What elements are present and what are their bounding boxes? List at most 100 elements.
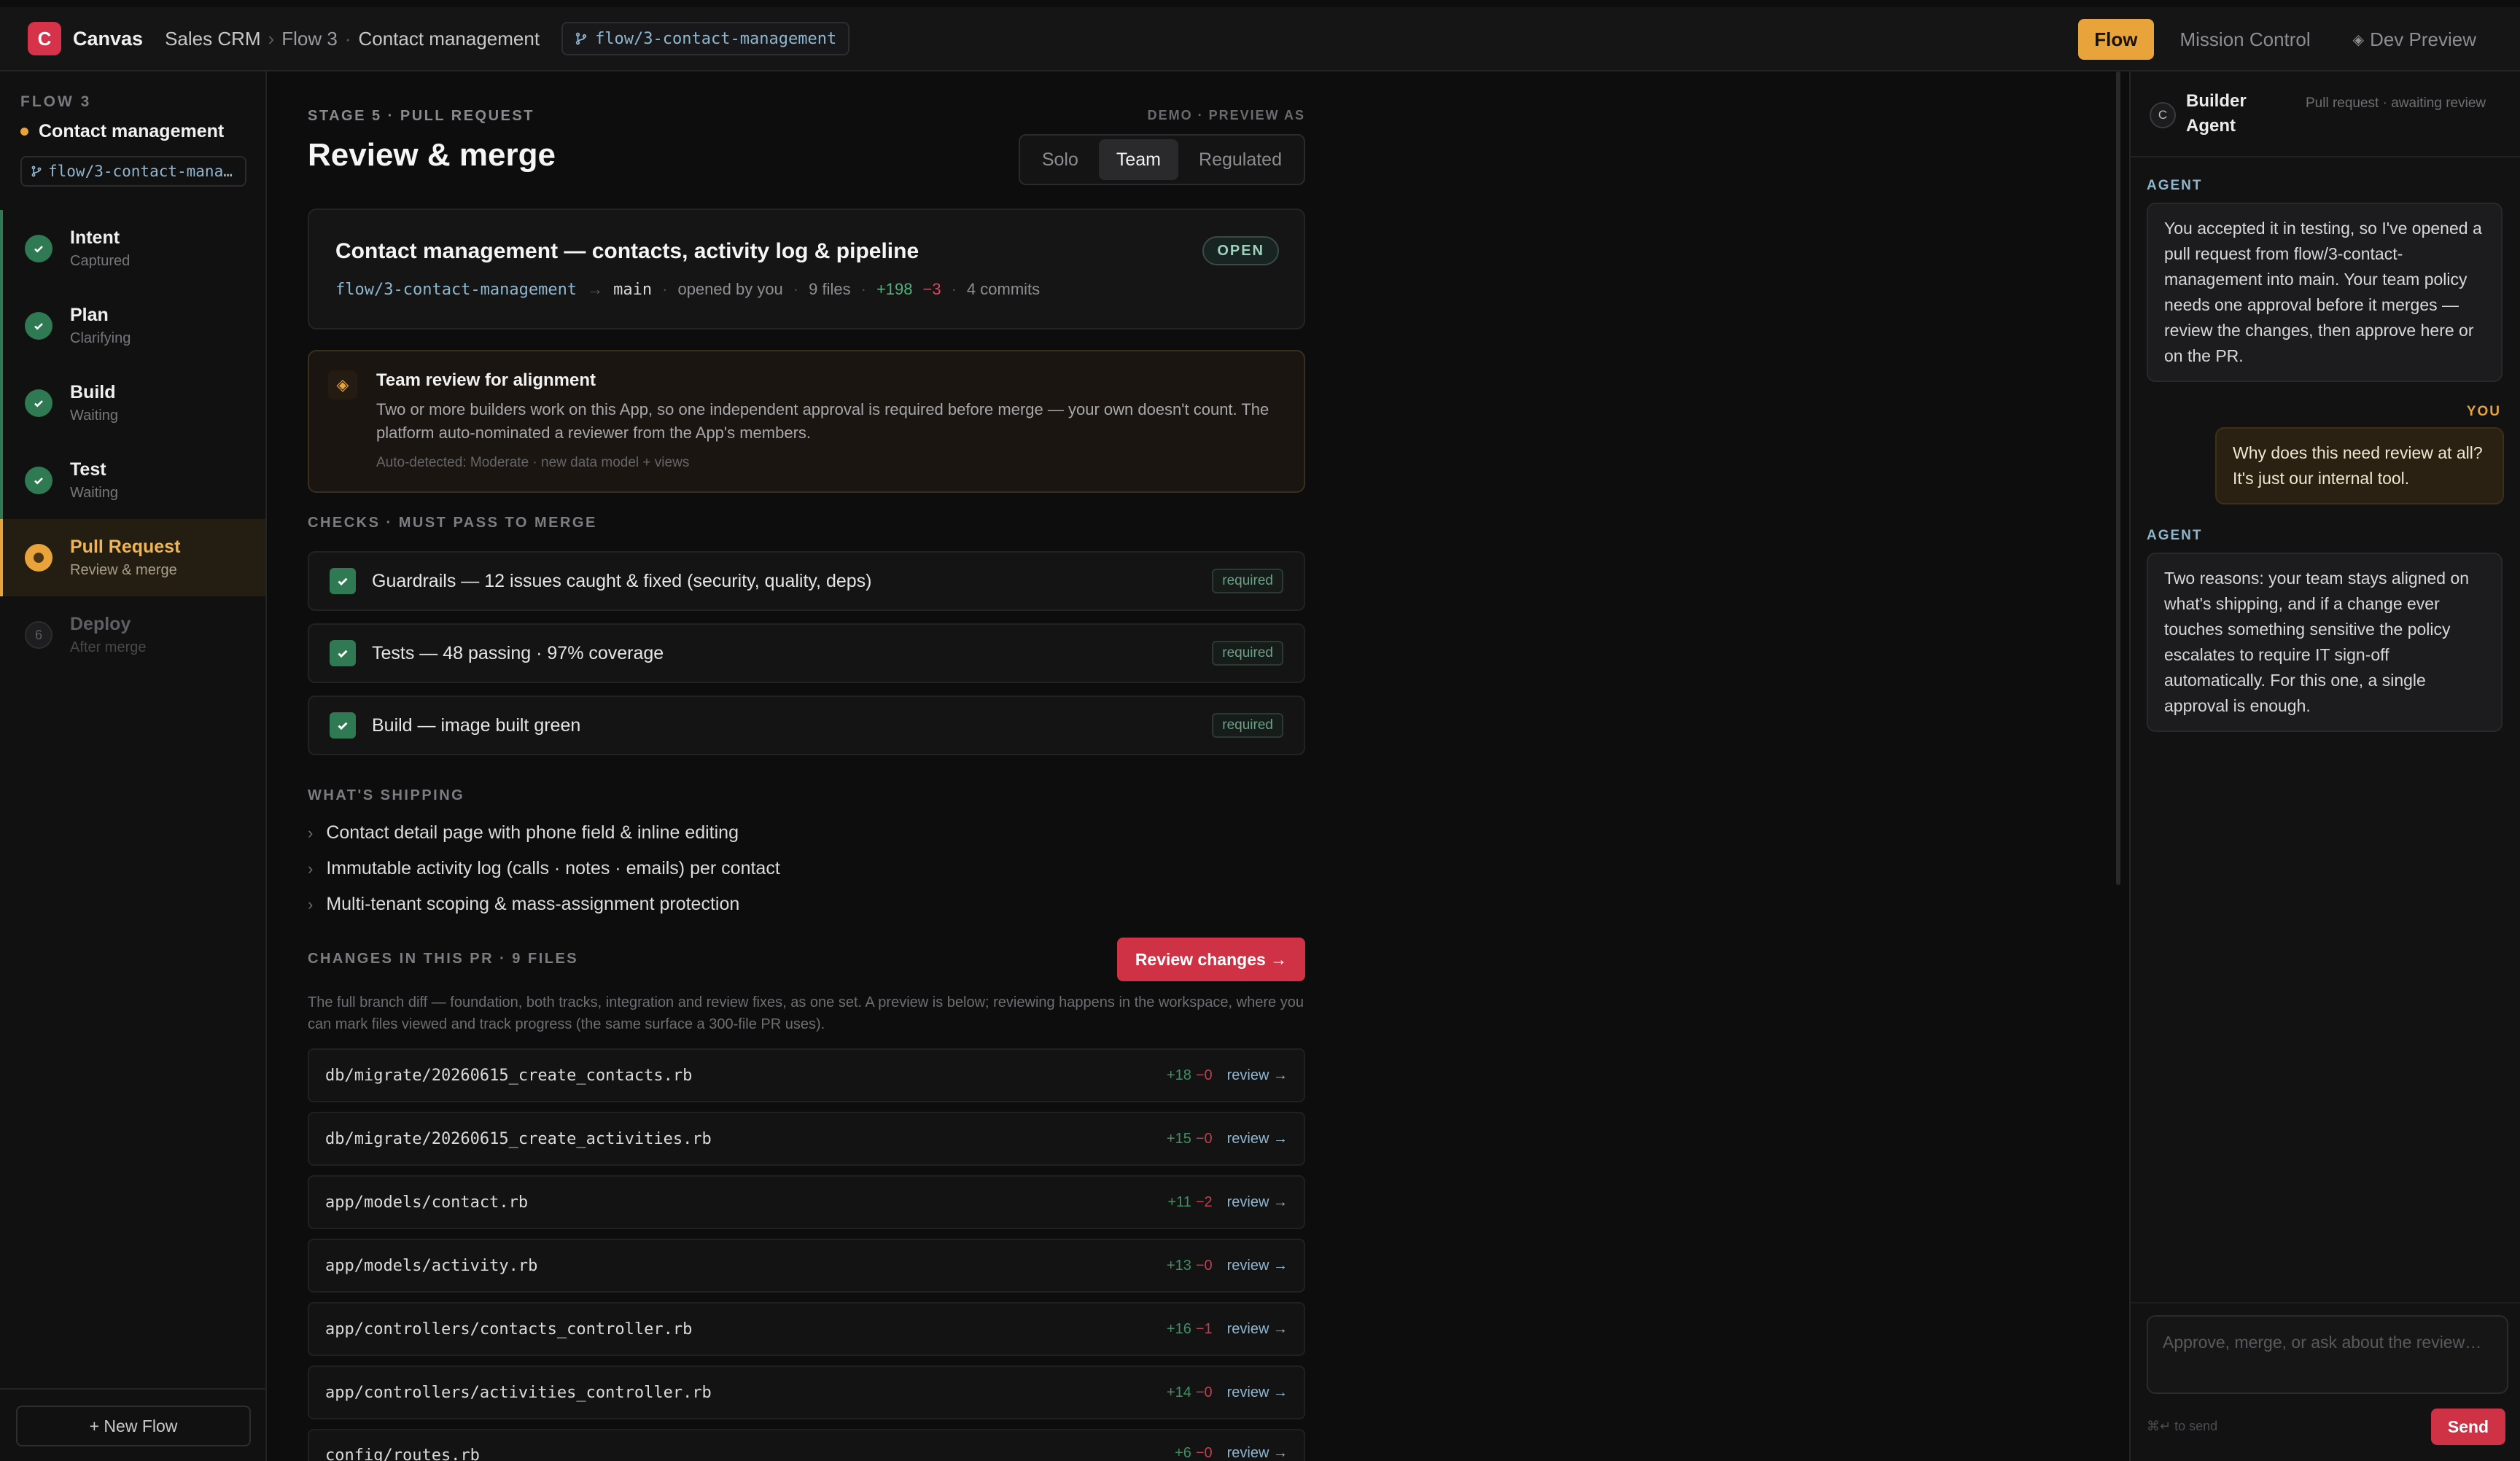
chevron-right-icon: › [308,895,314,913]
sidebar-branch-chip[interactable]: flow/3-contact-mana… [20,156,246,187]
preview-solo[interactable]: Solo [1024,139,1096,180]
stage-list: Intent Captured Plan Clarifying Build Waiti… [0,210,265,674]
flow-title: Contact management [20,121,224,142]
branch-chip[interactable]: flow/3-contact-management [561,22,850,55]
git-branch-icon [575,32,587,45]
chevron-right-icon: › [308,859,314,878]
file-additions: +15 [1166,1130,1191,1147]
mode-mission-control[interactable]: Mission Control [2164,19,2327,60]
file-row[interactable]: config/routes.rb +6 −0 review → [308,1429,1305,1461]
shipping-item[interactable]: › Contact detail page with phone field &… [308,822,739,844]
stage-status: Captured [70,253,131,269]
stage-build[interactable]: Build Waiting [0,365,265,442]
notice-body: Two or more builders work on this App, s… [376,400,1269,442]
stage-name: Pull Request [70,537,181,557]
preview-regulated[interactable]: Regulated [1181,139,1299,180]
required-badge: required [1212,641,1283,666]
pr-additions: +198 [876,280,913,298]
app-name[interactable]: Canvas [73,28,143,50]
file-row[interactable]: db/migrate/20260615_create_contacts.rb +… [308,1048,1305,1102]
check-circle-icon [25,312,52,340]
team-review-notice: ◈ Team review for alignment Two or more … [308,350,1305,493]
status-badge: OPEN [1202,236,1279,265]
check-row-build: Build — image built green required [308,696,1305,755]
pr-opened-by: opened by you [677,280,783,298]
source-branch[interactable]: flow/3-contact-management [335,281,577,299]
file-review-link[interactable]: review → [1227,1067,1288,1084]
agent-name: Builder Agent [2186,91,2247,136]
file-path: db/migrate/20260615_create_activities.rb [325,1129,712,1148]
message-role-you: YOU [2466,404,2501,419]
review-changes-button[interactable]: Review changes → [1117,938,1305,981]
send-button[interactable]: Send [2431,1409,2505,1445]
shipping-item[interactable]: › Immutable activity log (calls · notes … [308,858,780,879]
diamond-icon: ◈ [2352,31,2365,48]
file-additions: +13 [1166,1257,1191,1274]
preview-as-switcher: Solo Team Regulated [1018,134,1305,185]
shipping-item[interactable]: › Multi-tenant scoping & mass-assignment… [308,894,739,915]
notice-footnote: Auto-detected: Moderate · new data model… [376,455,690,470]
checks-heading: CHECKS · MUST PASS TO MERGE [308,515,597,531]
chat-header: C Builder Agent Pull request · awaiting … [2131,71,2520,157]
stage-pull-request[interactable]: Pull Request Review & merge [0,519,265,596]
file-deletions: −0 [1195,1130,1213,1147]
chat-input[interactable]: Approve, merge, or ask about the review… [2147,1315,2508,1394]
file-deletions: −1 [1195,1320,1213,1337]
main-panel: STAGE 5 · PULL REQUEST DEMO · PREVIEW AS… [267,71,2120,1461]
main-scrollbar[interactable] [2116,71,2120,885]
preview-team[interactable]: Team [1098,139,1179,180]
breadcrumb-flow[interactable]: Flow 3 [281,28,338,50]
file-row[interactable]: app/models/contact.rb +11 −2 review → [308,1175,1305,1229]
chevron-right-icon: › [308,823,314,842]
branch-name: flow/3-contact-management [595,29,837,48]
file-review-link[interactable]: review → [1227,1445,1288,1461]
demo-preview-label: DEMO · PREVIEW AS [1147,108,1305,122]
stage-plan[interactable]: Plan Clarifying [0,287,265,365]
stage-number-icon: 6 [25,621,52,649]
file-review-link[interactable]: review → [1227,1321,1288,1338]
file-review-link[interactable]: review → [1227,1384,1288,1401]
stage-name: Test [70,459,106,480]
app-logo[interactable]: C [28,22,61,55]
file-path: config/routes.rb [325,1446,480,1461]
file-row[interactable]: app/controllers/contacts_controller.rb +… [308,1302,1305,1356]
mode-flow[interactable]: Flow [2078,19,2154,60]
breadcrumb-current: Contact management [358,27,540,50]
file-review-link[interactable]: review → [1227,1131,1288,1148]
top-bar: C Canvas Sales CRM › Flow 3 · Contact ma… [0,7,2520,71]
check-text: Tests — 48 passing · 97% coverage [372,642,664,663]
new-flow-button[interactable]: + New Flow [16,1406,251,1446]
mode-dev-preview[interactable]: ◈ Dev Preview [2337,19,2492,60]
stage-status: Waiting [70,485,118,501]
checkbox-checked-icon [330,568,356,594]
file-path: app/controllers/activities_controller.rb [325,1383,712,1402]
stage-deploy[interactable]: 6 Deploy After merge [0,596,265,674]
file-additions: +14 [1166,1384,1191,1400]
required-badge: required [1212,713,1283,738]
arrow-right-icon: → [587,280,604,298]
file-path: app/models/contact.rb [325,1193,529,1212]
target-branch[interactable]: main [613,281,652,299]
pr-commit-count: 4 commits [966,280,1041,298]
file-row[interactable]: app/models/activity.rb +13 −0 review → [308,1239,1305,1293]
file-additions: +11 [1167,1193,1191,1210]
file-row[interactable]: app/controllers/activities_controller.rb… [308,1365,1305,1419]
avatar: C [2150,102,2176,128]
file-deletions: −0 [1195,1067,1213,1083]
stage-intent[interactable]: Intent Captured [0,210,265,287]
check-circle-icon [25,467,52,494]
file-review-link[interactable]: review → [1227,1194,1288,1211]
checkbox-checked-icon [330,712,356,739]
stage-name: Intent [70,227,120,248]
stage-test[interactable]: Test Waiting [0,442,265,519]
mode-dev-preview-label: Dev Preview [2370,28,2476,50]
stage-status: Waiting [70,408,118,424]
sidebar-branch-name: flow/3-contact-mana… [48,163,233,180]
breadcrumb-app[interactable]: Sales CRM [165,28,260,50]
message-role-agent: AGENT [2147,528,2203,543]
stage-status: Review & merge [70,562,177,578]
message-role-agent: AGENT [2147,178,2203,193]
flow-label: FLOW 3 [20,93,92,110]
file-review-link[interactable]: review → [1227,1258,1288,1274]
file-row[interactable]: db/migrate/20260615_create_activities.rb… [308,1112,1305,1166]
